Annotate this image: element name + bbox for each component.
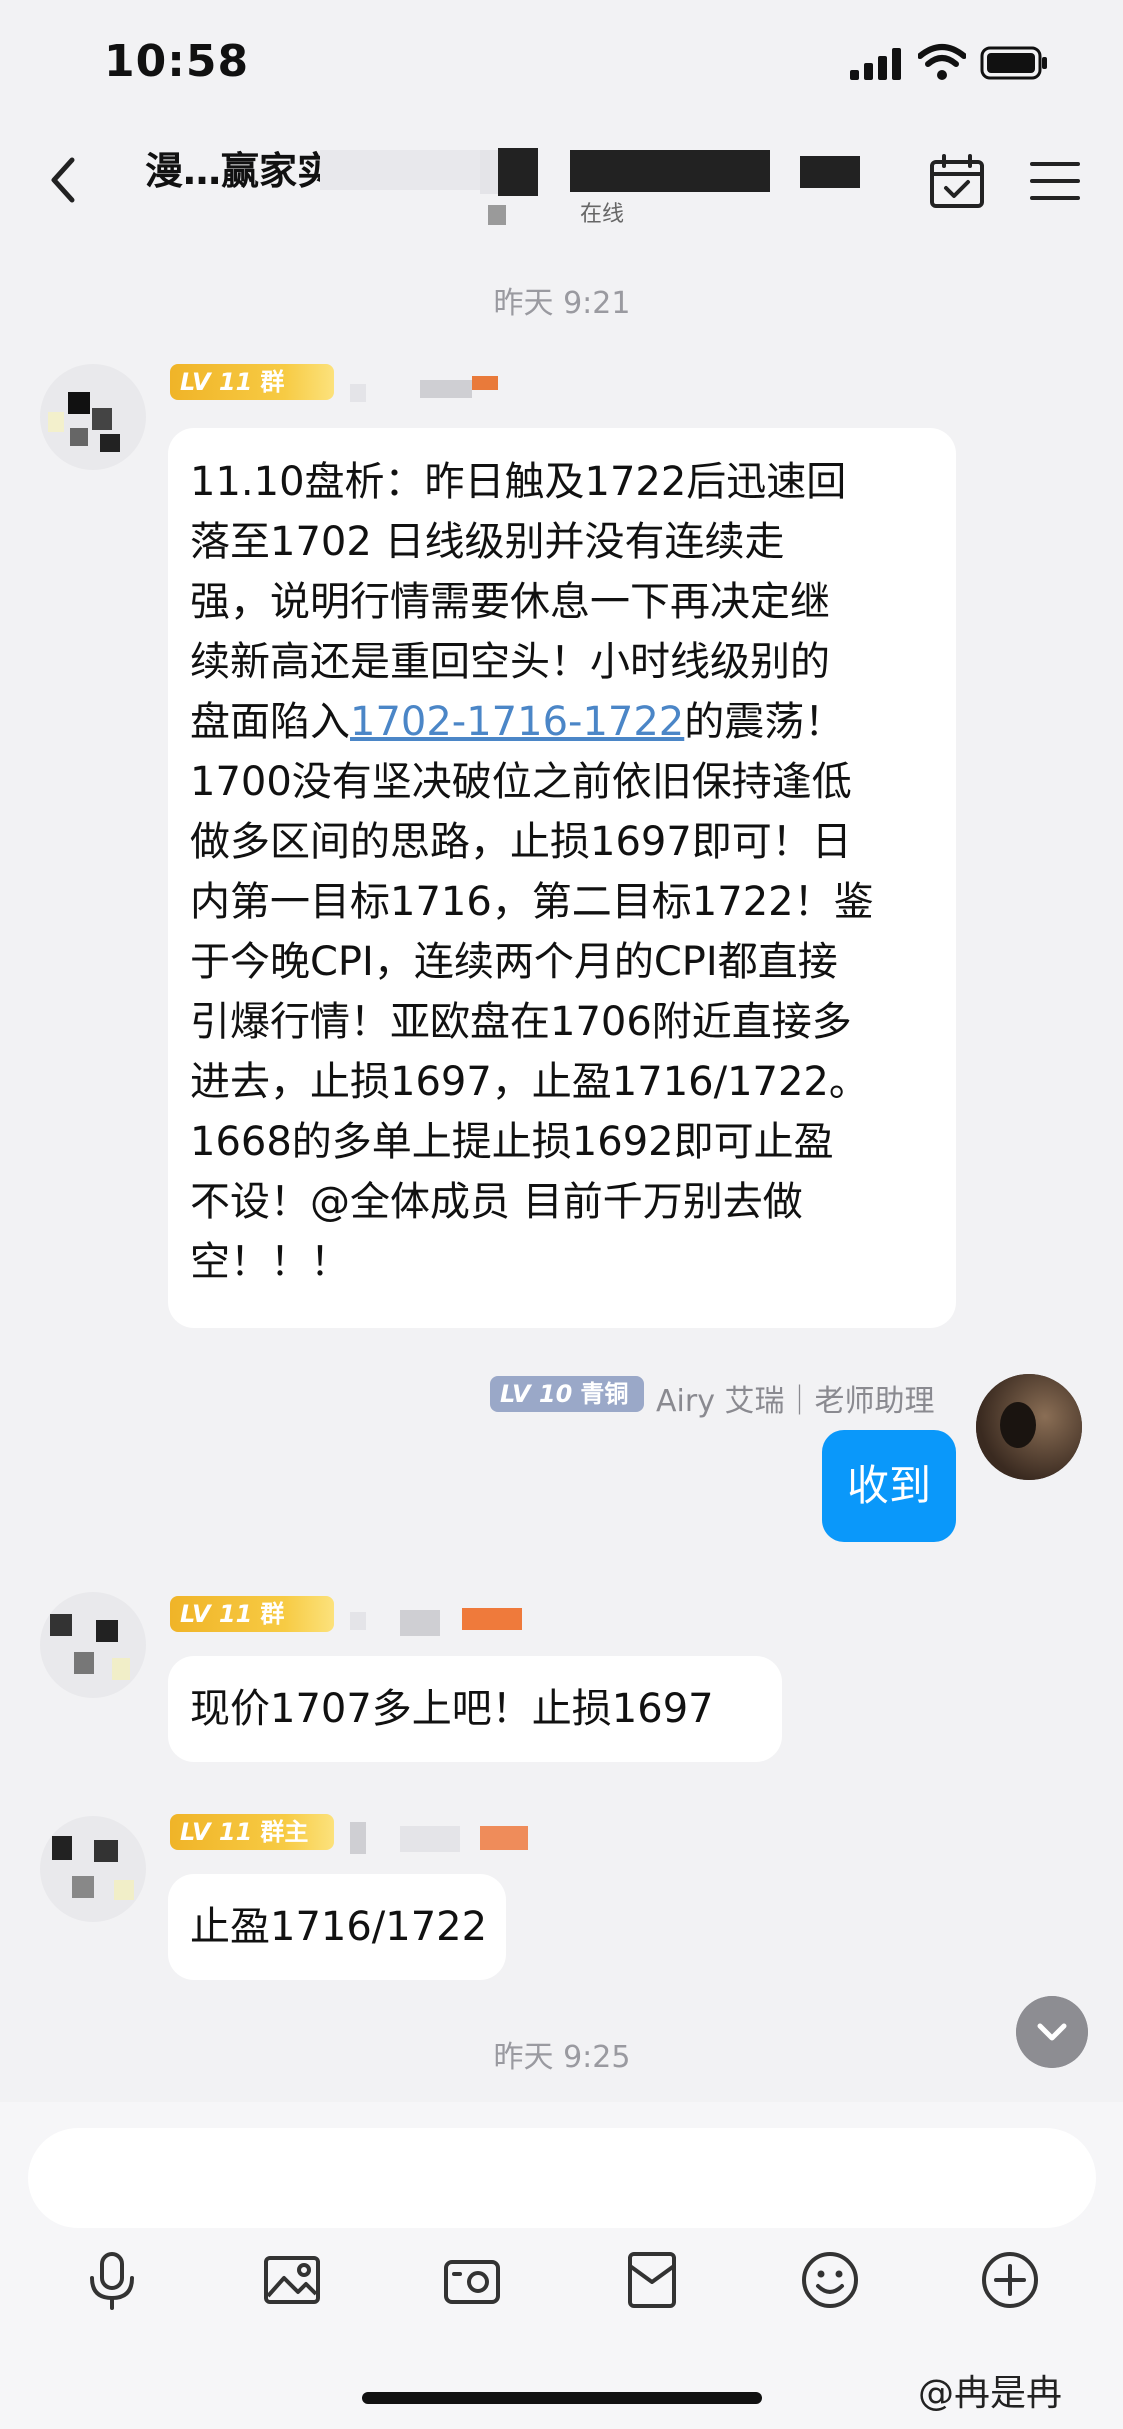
wifi-icon (918, 44, 966, 80)
image-icon[interactable] (260, 2248, 324, 2312)
censor-block (350, 384, 366, 402)
level-badge: LV 11 群 (170, 1596, 334, 1632)
back-button[interactable] (40, 150, 90, 210)
avatar[interactable] (40, 1816, 146, 1922)
group-subtitle: 在线 (580, 202, 625, 227)
weibo-at-icon: @ (918, 2373, 954, 2414)
status-time: 10:58 (104, 36, 250, 87)
scroll-to-bottom-button[interactable] (1016, 1996, 1088, 2068)
censor-block (400, 1826, 460, 1852)
censor-block (488, 205, 506, 225)
censor-block (350, 1612, 366, 1630)
censor-block (570, 150, 770, 192)
level-badge: LV 10 青铜 (490, 1376, 644, 1412)
watermark: @冉是冉 (918, 2373, 1063, 2414)
sender-name: Airy 艾瑞｜老师助理 (656, 1384, 935, 1419)
message-bubble[interactable]: 11.10盘析：昨日触及1722后迅速回 落至1702 日线级别并没有连续走 强… (168, 428, 956, 1328)
censor-block (480, 150, 498, 194)
censor-block (420, 380, 472, 398)
avatar[interactable] (40, 364, 146, 470)
message-bubble[interactable]: 现价1707多上吧！止损1697 (168, 1656, 782, 1762)
message-bubble[interactable]: 止盈1716/1722 (168, 1874, 506, 1980)
emoji-icon[interactable] (798, 2248, 862, 2312)
censor-block (462, 1608, 522, 1630)
plus-icon[interactable] (978, 2248, 1042, 2312)
censor-block (350, 1822, 366, 1854)
censor-block (400, 1610, 440, 1636)
level-badge: LV 11 群 (170, 364, 334, 400)
cellular-signal-icon (850, 48, 901, 80)
timestamp: 昨天 9:25 (493, 2040, 631, 2075)
message-bubble-self[interactable]: 收到 (822, 1430, 956, 1542)
menu-icon[interactable] (1030, 158, 1080, 204)
calendar-check-icon[interactable] (928, 154, 986, 210)
avatar[interactable] (40, 1592, 146, 1698)
battery-icon (980, 46, 1047, 80)
level-badge: LV 11 群主 (170, 1814, 334, 1850)
microphone-icon[interactable] (80, 2248, 144, 2312)
censor-block (472, 376, 498, 390)
red-packet-icon[interactable] (620, 2248, 684, 2312)
home-indicator[interactable] (362, 2392, 762, 2404)
censor-block (800, 156, 860, 188)
camera-icon[interactable] (440, 2248, 504, 2312)
censor-block (480, 1826, 528, 1850)
censor-block (498, 148, 538, 196)
avatar[interactable] (976, 1374, 1082, 1480)
censor-block (320, 150, 480, 190)
message-input[interactable] (28, 2128, 1096, 2228)
price-link[interactable]: 1702-1716-1722 (350, 699, 684, 745)
timestamp: 昨天 9:21 (493, 286, 631, 321)
